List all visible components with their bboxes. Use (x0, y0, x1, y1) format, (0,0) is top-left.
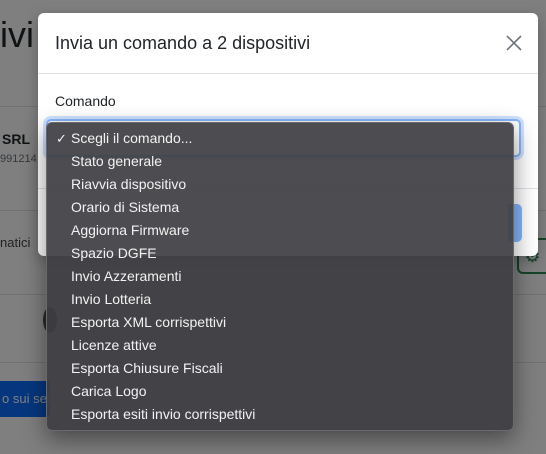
dropdown-option-label: Scegli il comando... (71, 130, 193, 146)
dropdown-option[interactable]: Riavvia dispositivo (47, 173, 513, 196)
command-dropdown-list[interactable]: ✓ Scegli il comando... Stato generale Riavv… (46, 122, 514, 431)
dropdown-option-label: Esporta Chiusure Fiscali (71, 360, 223, 376)
modal-title: Invia un comando a 2 dispositivi (55, 33, 311, 53)
dropdown-option[interactable]: Aggiorna Firmware (47, 219, 513, 242)
dropdown-option[interactable]: Invio Lotteria (47, 288, 513, 311)
dropdown-option[interactable]: Esporta XML corrispettivi (47, 311, 513, 334)
dropdown-option-label: Riavvia dispositivo (71, 176, 187, 192)
dropdown-option-label: Esporta esiti invio corrispettivi (71, 406, 256, 422)
dropdown-option[interactable]: Invio Azzeramenti (47, 265, 513, 288)
dropdown-option[interactable]: Orario di Sistema (47, 196, 513, 219)
dropdown-option-label: Licenze attive (71, 337, 157, 353)
close-button[interactable] (503, 32, 525, 54)
checkmark-icon: ✓ (56, 131, 67, 146)
dropdown-option[interactable]: Licenze attive (47, 334, 513, 357)
dropdown-option-label: Orario di Sistema (71, 199, 180, 215)
close-icon (506, 35, 522, 51)
command-label: Comando (55, 93, 116, 109)
dropdown-option-label: Invio Azzeramenti (71, 268, 182, 284)
dropdown-option-label: Aggiorna Firmware (71, 222, 190, 238)
dropdown-option[interactable]: Esporta esiti invio corrispettivi (47, 403, 513, 426)
dropdown-option[interactable]: Spazio DGFE (47, 242, 513, 265)
dropdown-option-label: Spazio DGFE (71, 245, 157, 261)
dropdown-option-label: Invio Lotteria (71, 291, 152, 307)
dropdown-option-label: Carica Logo (71, 383, 147, 399)
dropdown-option[interactable]: Carica Logo (47, 380, 513, 403)
dropdown-option[interactable]: ✓ Scegli il comando... (47, 127, 513, 150)
dropdown-option-label: Esporta XML corrispettivi (71, 314, 227, 330)
modal-header: Invia un comando a 2 dispositivi (38, 13, 538, 74)
dropdown-option[interactable]: Esporta Chiusure Fiscali (47, 357, 513, 380)
dropdown-option[interactable]: Stato generale (47, 150, 513, 173)
dropdown-option-label: Stato generale (71, 153, 163, 169)
